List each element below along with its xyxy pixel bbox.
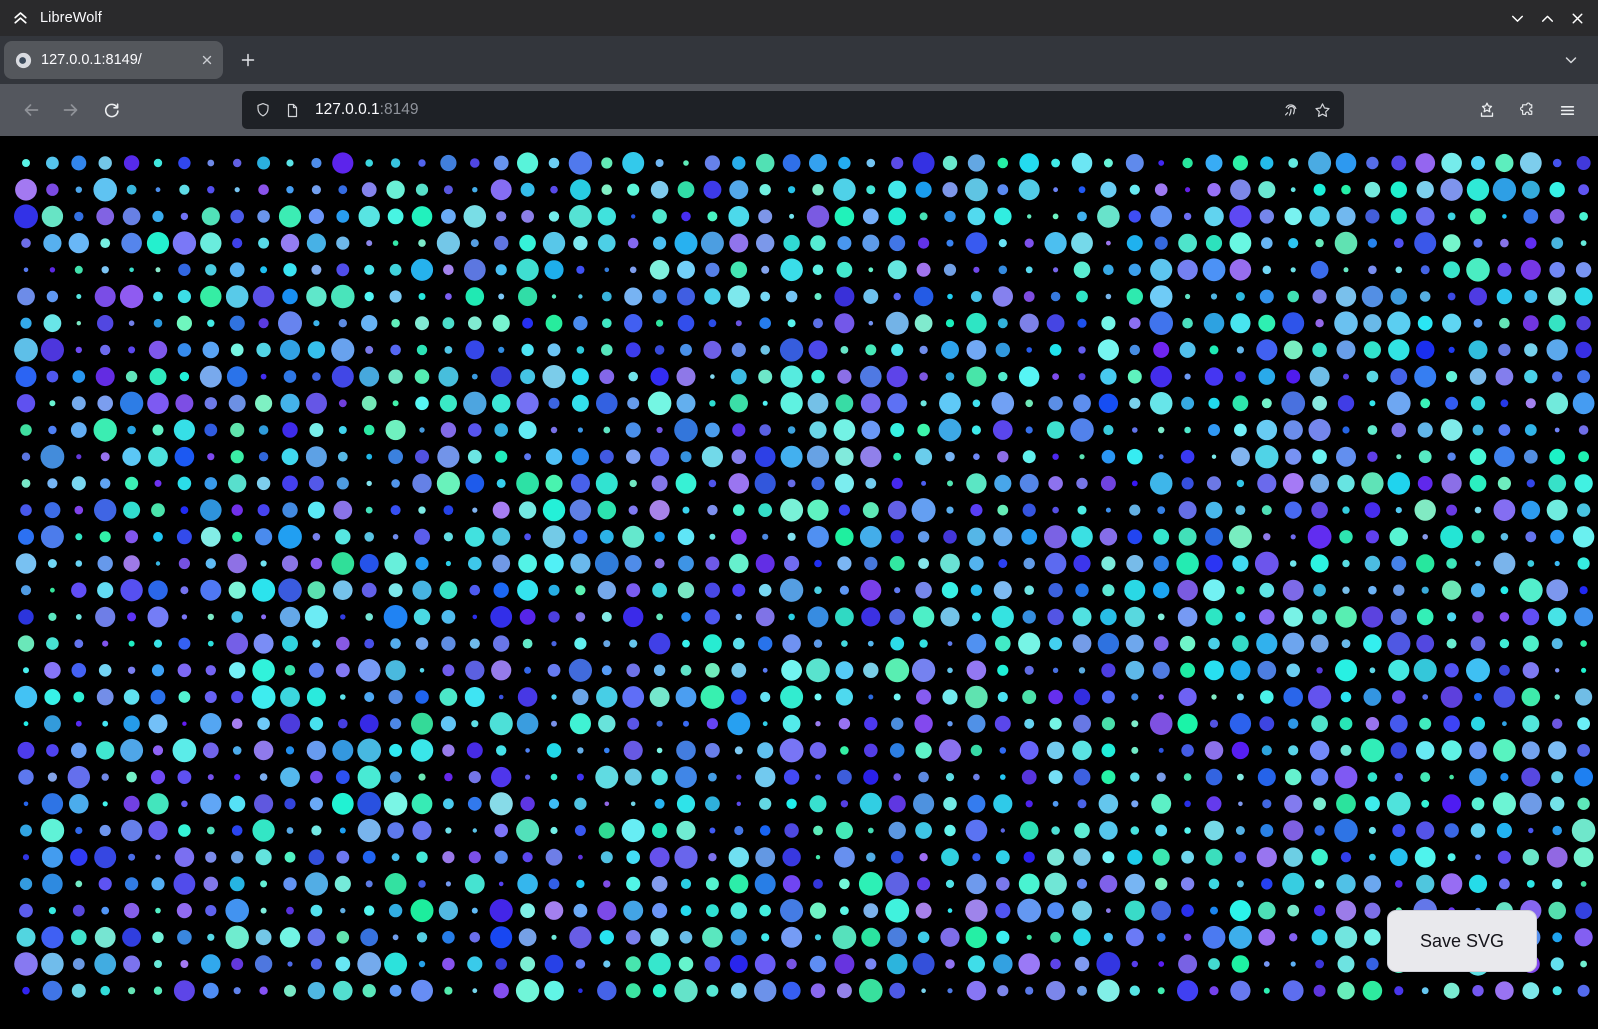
extensions-button[interactable] bbox=[1510, 93, 1544, 127]
double-chevron-up-icon[interactable] bbox=[11, 9, 30, 28]
window-titlebar: LibreWolf bbox=[0, 0, 1598, 36]
window-controls bbox=[1502, 3, 1598, 33]
forward-button[interactable] bbox=[54, 93, 88, 127]
document-page-icon bbox=[285, 103, 300, 118]
url-port: :8149 bbox=[380, 101, 419, 118]
page-content: Save SVG bbox=[0, 136, 1598, 1029]
titlebar-left: LibreWolf bbox=[0, 9, 102, 28]
reload-icon bbox=[103, 102, 120, 119]
toolbar-right-buttons bbox=[1470, 93, 1584, 127]
close-icon bbox=[200, 53, 214, 67]
window-minimize-button[interactable] bbox=[1502, 3, 1532, 33]
plus-icon bbox=[239, 51, 257, 69]
back-button[interactable] bbox=[14, 93, 48, 127]
url-host: 127.0.0.1 bbox=[315, 101, 380, 118]
shield-permissions-button[interactable] bbox=[250, 102, 276, 118]
bookmarks-star-tray-icon bbox=[1478, 101, 1496, 119]
fingerprint-blocked-icon bbox=[1282, 101, 1300, 119]
navigation-toolbar: 127.0.0.1:8149 bbox=[0, 84, 1598, 136]
shield-icon bbox=[255, 102, 271, 118]
site-info-button[interactable] bbox=[280, 103, 305, 118]
tab-favicon-icon bbox=[15, 52, 32, 69]
back-arrow-icon bbox=[22, 101, 40, 119]
reload-button[interactable] bbox=[94, 93, 128, 127]
url-bar[interactable]: 127.0.0.1:8149 bbox=[242, 91, 1344, 129]
app-menu-button[interactable] bbox=[1550, 93, 1584, 127]
window-maximize-button[interactable] bbox=[1532, 3, 1562, 33]
bookmarks-menu-button[interactable] bbox=[1470, 93, 1504, 127]
window-close-button[interactable] bbox=[1562, 3, 1592, 33]
browser-window: LibreWolf 127.0.0.1:8149/ bbox=[0, 0, 1598, 1029]
tab-active[interactable]: 127.0.0.1:8149/ bbox=[4, 41, 223, 79]
puzzle-piece-icon bbox=[1518, 101, 1536, 119]
window-title: LibreWolf bbox=[40, 10, 102, 26]
tab-close-button[interactable] bbox=[198, 51, 216, 69]
close-icon bbox=[1569, 10, 1586, 27]
bookmark-page-button[interactable] bbox=[1309, 102, 1336, 119]
dot-grid-svg bbox=[0, 136, 1598, 1029]
chevron-down-icon bbox=[1509, 10, 1526, 27]
forward-arrow-icon bbox=[62, 101, 80, 119]
star-icon bbox=[1314, 102, 1331, 119]
new-tab-button[interactable] bbox=[231, 43, 265, 77]
tab-bar: 127.0.0.1:8149/ bbox=[0, 36, 1598, 84]
hamburger-menu-icon bbox=[1559, 102, 1576, 119]
url-text: 127.0.0.1:8149 bbox=[315, 101, 418, 119]
fingerprint-protection-button[interactable] bbox=[1277, 101, 1305, 119]
tab-label: 127.0.0.1:8149/ bbox=[41, 52, 189, 68]
chevron-up-icon bbox=[1539, 10, 1556, 27]
save-svg-button[interactable]: Save SVG bbox=[1387, 910, 1537, 972]
list-all-tabs-button[interactable] bbox=[1554, 43, 1588, 77]
chevron-down-icon bbox=[1563, 52, 1579, 68]
